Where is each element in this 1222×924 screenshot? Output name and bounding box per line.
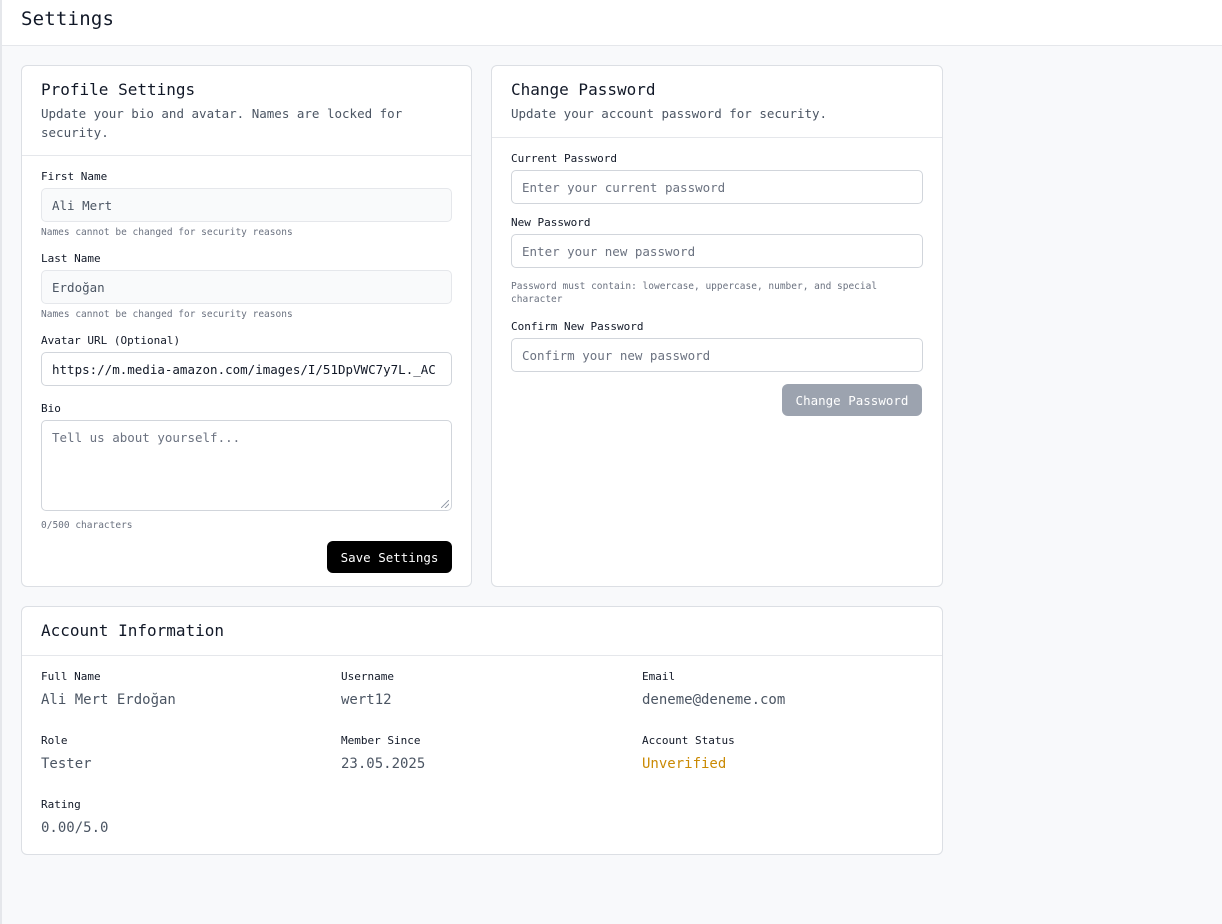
full-name-info: Full Name Ali Mert Erdoğan (41, 670, 176, 709)
bio-character-counter: 0/500 characters (41, 520, 133, 531)
role-label: Role (41, 734, 68, 747)
full-name-label: Full Name (41, 670, 101, 683)
last-name-label: Last Name (41, 252, 101, 265)
change-password-title: Change Password (511, 80, 656, 99)
resize-grip-icon[interactable] (441, 500, 449, 508)
confirm-password-group: Confirm New Password Confirm your new pa… (511, 320, 923, 372)
account-status-badge: Unverified (642, 756, 727, 772)
full-name-value: Ali Mert Erdoğan (41, 692, 176, 708)
change-password-form: Current Password Enter your current pass… (492, 138, 942, 372)
new-password-placeholder: Enter your new password (522, 243, 696, 259)
new-password-label: New Password (511, 216, 591, 229)
avatar-url-group: Avatar URL (Optional) https://m.media-am… (41, 334, 452, 386)
change-password-header: Change Password Update your account pass… (492, 66, 942, 138)
username-label: Username (341, 670, 394, 683)
email-label: Email (642, 670, 676, 683)
account-information-title: Account Information (41, 621, 225, 640)
password-requirements-hint: Password must contain: lowercase, upperc… (511, 281, 878, 305)
current-password-input[interactable]: Enter your current password (511, 170, 923, 204)
account-status-label: Account Status (642, 734, 735, 747)
avatar-url-label: Avatar URL (Optional) (41, 334, 181, 347)
confirm-password-label: Confirm New Password (511, 320, 644, 333)
role-info: Role Tester (41, 734, 92, 773)
page-title: Settings (21, 8, 115, 30)
first-name-field[interactable]: Ali Mert (41, 188, 452, 222)
member-since-label: Member Since (341, 734, 421, 747)
first-name-label: First Name (41, 170, 108, 183)
rating-info: Rating 0.00/5.0 (41, 798, 108, 837)
role-value: Tester (41, 756, 92, 772)
save-settings-button[interactable]: Save Settings (327, 541, 452, 573)
member-since-info: Member Since 23.05.2025 (341, 734, 425, 773)
confirm-password-placeholder: Confirm your new password (522, 347, 711, 363)
confirm-password-input[interactable]: Confirm your new password (511, 338, 923, 372)
current-password-label: Current Password (511, 152, 617, 165)
rating-value: 0.00/5.0 (41, 820, 109, 836)
bio-placeholder: Tell us about yourself... (52, 430, 241, 445)
profile-settings-header: Profile Settings Update your bio and ava… (22, 66, 471, 156)
username-info: Username wert12 (341, 670, 394, 709)
last-name-group: Last Name Erdoğan Names cannot be change… (41, 252, 452, 321)
username-value: wert12 (341, 692, 392, 708)
profile-settings-form: First Name Ali Mert Names cannot be chan… (22, 156, 471, 532)
profile-settings-title: Profile Settings (41, 80, 196, 99)
email-info: Email deneme@deneme.com (642, 670, 785, 709)
account-information-card: Account Information Full Name Ali Mert E… (21, 606, 943, 855)
account-status-info: Account Status Unverified (642, 734, 735, 773)
profile-settings-description: Update your bio and avatar. Names are lo… (41, 106, 403, 140)
rating-label: Rating (41, 798, 81, 811)
change-password-description: Update your account password for securit… (511, 106, 828, 121)
email-value: deneme@deneme.com (642, 692, 786, 708)
change-password-card: Change Password Update your account pass… (491, 65, 943, 587)
current-password-placeholder: Enter your current password (522, 179, 726, 195)
member-since-value: 23.05.2025 (341, 756, 426, 772)
last-name-hint: Names cannot be changed for security rea… (41, 309, 293, 320)
profile-settings-card: Profile Settings Update your bio and ava… (21, 65, 472, 587)
new-password-input[interactable]: Enter your new password (511, 234, 923, 268)
avatar-url-field[interactable]: https://m.media-amazon.com/images/I/51Dp… (41, 352, 452, 386)
current-password-group: Current Password Enter your current pass… (511, 152, 923, 204)
account-information-header: Account Information (22, 607, 942, 656)
last-name-field[interactable]: Erdoğan (41, 270, 452, 304)
page-header: Settings (2, 0, 1222, 46)
change-password-button[interactable]: Change Password (782, 384, 922, 416)
bio-label: Bio (41, 402, 61, 415)
bio-textarea[interactable]: Tell us about yourself... (41, 420, 452, 511)
left-edge-divider (0, 0, 2, 924)
first-name-hint: Names cannot be changed for security rea… (41, 227, 293, 238)
first-name-group: First Name Ali Mert Names cannot be chan… (41, 170, 452, 239)
bio-group: Bio Tell us about yourself... 0/500 char… (41, 402, 452, 532)
new-password-group: New Password Enter your new password Pas… (511, 216, 923, 306)
